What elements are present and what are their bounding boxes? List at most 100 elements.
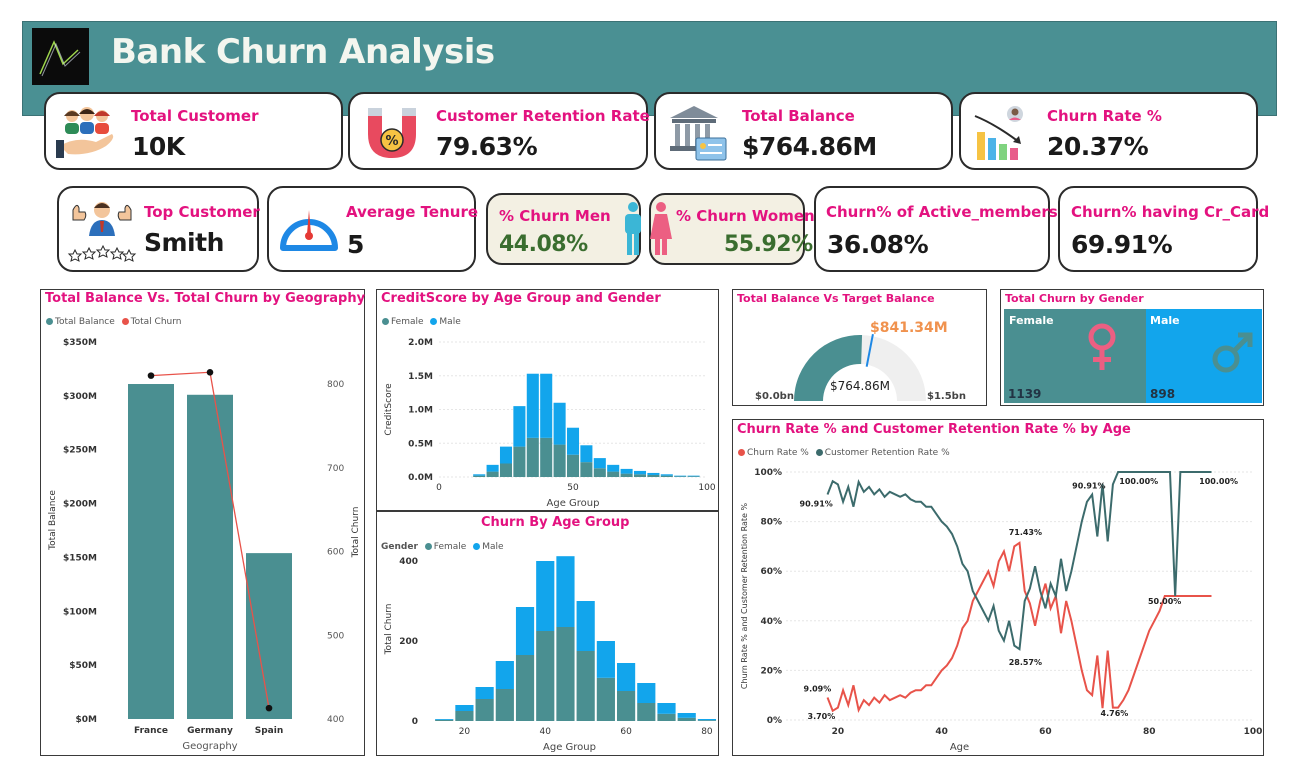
kpi-value: Smith [144,228,224,257]
kpi-label: Average Tenure [346,203,479,221]
gauge-value-label: $764.86M [830,379,890,393]
x-tick-label: 60 [1039,727,1052,737]
data-label: 100.00% [1119,477,1158,486]
bar [128,384,174,719]
y2-axis-label: Total Churn [351,507,361,559]
bar [187,394,233,719]
gauge-icon [280,210,338,251]
kpi-average-tenure[interactable]: Average Tenure 5 [267,186,479,272]
y-tick-label: $100M [63,607,97,617]
y-tick-label: 80% [760,518,782,528]
bar-female [593,468,606,477]
woman-icon [650,202,672,255]
bank-icon [670,106,727,161]
bar-female [697,720,717,721]
bar-male [526,373,539,438]
bar-male [674,475,687,477]
kpi-churn-men[interactable]: % Churn Men 44.08% [486,193,641,265]
gender-treemap-panel[interactable]: Total Churn by Gender Female 1139 Male 8… [1000,289,1264,406]
bar-female [526,437,539,477]
kpi-top-customer[interactable]: Top Customer Smith [57,186,260,272]
kpi-value: 36.08% [827,230,929,259]
y-axis-label: Total Churn [384,604,394,656]
bar-male [473,474,486,476]
creditscore-chart: 0.0M 0.5M 1.0M 1.5M 2.0M 0 50 100 Age Group Credi… [384,338,716,509]
y-tick-label: 200 [399,637,418,647]
x-tick-label: 80 [1143,727,1156,737]
bar-female [515,655,535,721]
kpi-value: 55.92% [724,232,813,257]
creditscore-chart-panel[interactable]: CreditScore by Age Group and Gender Fema… [376,289,719,511]
kpi-label: Top Customer [144,203,260,221]
y2-tick-label: 400 [327,715,344,725]
y-tick-label: 2.0M [408,338,433,348]
kpi-label: Total Balance [742,107,855,125]
data-label: 9.09% [804,684,832,693]
bar-female [486,471,499,477]
bar-female [616,691,636,721]
y-tick-label: 1.5M [408,372,433,382]
y-tick-label: 60% [760,567,782,577]
kpi-value: 10K [132,132,185,161]
kpi-value: $764.86M [742,132,877,161]
bar-male [687,475,700,477]
x-axis-label: Geography [182,741,237,752]
magnet-icon: % [368,108,416,158]
bar-female [620,473,633,477]
bar-male [576,601,595,651]
y-tick-label: 0 [412,717,418,727]
kpi-total-balance[interactable]: Total Balance $764.86M [654,92,953,170]
bar-male [607,464,620,472]
y-tick-label: 0.5M [408,439,433,449]
y-axis-label: Churn Rate % and Customer Retention Rate… [740,503,749,690]
data-label: 90.91% [1072,482,1105,491]
kpi-churn-women[interactable]: % Churn Women 55.92% [649,193,815,265]
bar-female [495,689,514,721]
logo [32,28,89,85]
data-label: 90.91% [800,500,833,509]
bar-male [596,641,615,678]
bar-male [486,464,499,472]
churn-line [826,541,1212,714]
y2-tick-label: 500 [327,631,344,641]
bar-female [435,719,454,721]
bar-male [593,458,606,469]
bar-male [647,472,660,475]
x-axis-label: Age Group [547,498,600,509]
tile-value: 1139 [1008,387,1042,401]
balance-gauge-panel[interactable]: Total Balance Vs Target Balance $841.34M… [732,289,987,406]
treemap-tile-female[interactable]: Female 1139 [1004,309,1146,403]
customers-hand-icon [56,107,114,158]
data-label: 50.00% [1148,597,1181,606]
kpi-churn-rate[interactable]: Churn Rate % 20.37% [959,92,1258,170]
bar-female [596,677,615,721]
rate-by-age-panel[interactable]: Churn Rate % and Customer Retention Rate… [732,419,1264,756]
age-churn-chart-panel[interactable]: Churn By Age Group Gender Female Male 02… [376,511,719,756]
y-tick-label: $200M [63,500,97,510]
kpi-retention-rate[interactable]: % Customer Retention Rate % 79.63% [348,92,670,170]
balance-gauge: $841.34M $764.86M $0.0bn $1.5bn [755,320,966,402]
bar-female [647,474,660,477]
kpi-churn-credit-card[interactable]: Churn% having Cr_Card 69.91% [1058,186,1269,272]
data-label: 71.43% [1009,528,1042,537]
geography-chart-panel[interactable]: Total Balance Vs. Total Churn by Geograp… [40,289,365,756]
treemap-tile-male[interactable]: Male 898 [1146,309,1262,403]
y-tick-label: $0M [76,715,98,725]
bar-male [677,713,696,718]
bar-male [475,687,494,699]
x-tick-label: 100 [698,483,715,493]
x-tick-label: Spain [255,726,284,736]
kpi-total-customer[interactable]: Total Customer 10K [44,92,343,170]
y2-tick-label: 600 [327,548,344,558]
rate-by-age-chart: 0% 20% 40% 60% 80% 100% 20 40 60 80 100 90.91% 9.09%… [740,468,1262,753]
y-tick-label: 0.0M [408,473,433,483]
bar-female [566,454,580,477]
bar-female [657,713,676,721]
kpi-churn-active-members[interactable]: Churn% of Active_members 36.08% [814,186,1058,272]
kpi-value: 69.91% [1071,230,1173,259]
bar-male [536,561,555,631]
bar-male [637,683,656,703]
tile-value: 898 [1150,387,1176,401]
data-label: 4.76% [1101,709,1129,718]
y-axis-label: CreditScore [384,383,394,436]
